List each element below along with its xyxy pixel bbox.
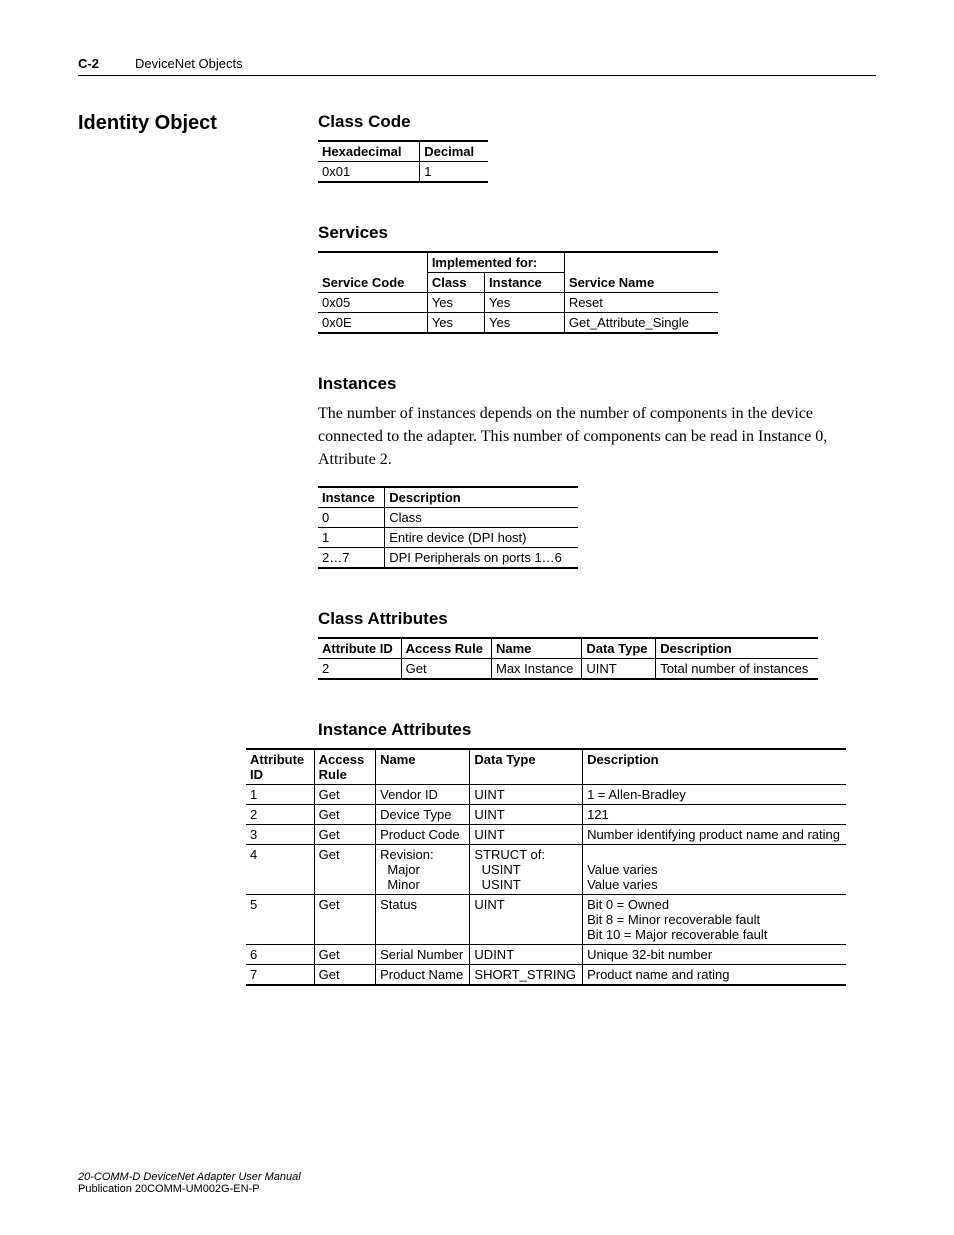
td: STRUCT of: USINT USINT	[470, 844, 583, 894]
td: Yes	[485, 313, 565, 334]
footer-publication: Publication 20COMM-UM002G-EN-P	[78, 1183, 301, 1195]
td: Get	[314, 944, 375, 964]
td: 0	[318, 507, 385, 527]
class-attributes-heading: Class Attributes	[318, 609, 876, 629]
class-code-table: Hexadecimal Decimal 0x01 1	[318, 140, 488, 183]
td: 4	[246, 844, 314, 894]
td: Get	[314, 804, 375, 824]
td: Value varies Value varies	[583, 844, 846, 894]
td: Get	[314, 844, 375, 894]
td: Class	[385, 507, 578, 527]
th: Data Type	[582, 638, 656, 659]
th-description: Description	[385, 487, 578, 508]
instances-paragraph: The number of instances depends on the n…	[318, 402, 876, 472]
class-code-heading: Class Code	[318, 112, 876, 132]
td: 2…7	[318, 547, 385, 568]
page-number: C-2	[78, 56, 99, 71]
instance-attributes-table: Attribute ID Access Rule Name Data Type …	[246, 748, 846, 986]
td: 2	[318, 658, 401, 679]
td: 0x01	[318, 162, 420, 183]
th-instance: Instance	[485, 273, 565, 293]
td: UINT	[470, 804, 583, 824]
td: UINT	[470, 824, 583, 844]
th: Name	[492, 638, 582, 659]
td: 6	[246, 944, 314, 964]
td: Yes	[427, 293, 484, 313]
td: Reset	[564, 293, 718, 313]
td: Get	[314, 964, 375, 985]
td: 121	[583, 804, 846, 824]
td: 0x0E	[318, 313, 427, 334]
chapter-title: DeviceNet Objects	[135, 56, 243, 71]
td: Status	[376, 894, 470, 944]
th: Data Type	[470, 749, 583, 785]
th-service-code: Service Code	[318, 252, 427, 293]
class-attributes-table: Attribute ID Access Rule Name Data Type …	[318, 637, 818, 680]
section-title: Identity Object	[78, 112, 318, 135]
td: Revision: Major Minor	[376, 844, 470, 894]
td: 1	[318, 527, 385, 547]
td: Serial Number	[376, 944, 470, 964]
td: UINT	[470, 894, 583, 944]
instances-heading: Instances	[318, 374, 876, 394]
th-service-name: Service Name	[564, 252, 718, 293]
td: UINT	[582, 658, 656, 679]
th: Attribute ID	[318, 638, 401, 659]
th: Name	[376, 749, 470, 785]
td: SHORT_STRING	[470, 964, 583, 985]
td: 1	[420, 162, 488, 183]
td: Max Instance	[492, 658, 582, 679]
td: Bit 0 = Owned Bit 8 = Minor recoverable …	[583, 894, 846, 944]
td: Get	[314, 824, 375, 844]
td: 0x05	[318, 293, 427, 313]
td: Total number of instances	[656, 658, 818, 679]
page-header: C-2 DeviceNet Objects	[78, 56, 876, 76]
td: Product Name	[376, 964, 470, 985]
th: Access Rule	[314, 749, 375, 785]
th: Attribute ID	[246, 749, 314, 785]
th: Access Rule	[401, 638, 491, 659]
td: UDINT	[470, 944, 583, 964]
td: Device Type	[376, 804, 470, 824]
services-heading: Services	[318, 223, 876, 243]
td: 3	[246, 824, 314, 844]
td: 1 = Allen-Bradley	[583, 784, 846, 804]
td: 1	[246, 784, 314, 804]
th-class: Class	[427, 273, 484, 293]
td: Unique 32-bit number	[583, 944, 846, 964]
services-table: Service Code Implemented for: Service Na…	[318, 251, 718, 334]
footer-manual-title: 20-COMM-D DeviceNet Adapter User Manual	[78, 1171, 301, 1183]
td: 5	[246, 894, 314, 944]
th-implemented-for: Implemented for:	[427, 252, 564, 273]
td: UINT	[470, 784, 583, 804]
td: 7	[246, 964, 314, 985]
td: Number identifying product name and rati…	[583, 824, 846, 844]
td: Yes	[427, 313, 484, 334]
page-footer: 20-COMM-D DeviceNet Adapter User Manual …	[78, 1171, 301, 1195]
th-hex: Hexadecimal	[318, 141, 420, 162]
th: Description	[656, 638, 818, 659]
th: Description	[583, 749, 846, 785]
td: Entire device (DPI host)	[385, 527, 578, 547]
td: Get	[401, 658, 491, 679]
th-instance: Instance	[318, 487, 385, 508]
instances-table: Instance Description 0 Class 1 Entire de…	[318, 486, 578, 569]
td: 2	[246, 804, 314, 824]
td: Get_Attribute_Single	[564, 313, 718, 334]
td: Vendor ID	[376, 784, 470, 804]
instance-attributes-heading: Instance Attributes	[318, 720, 876, 740]
td: Product Code	[376, 824, 470, 844]
td: Get	[314, 784, 375, 804]
th-dec: Decimal	[420, 141, 488, 162]
td: Yes	[485, 293, 565, 313]
td: Product name and rating	[583, 964, 846, 985]
td: Get	[314, 894, 375, 944]
td: DPI Peripherals on ports 1…6	[385, 547, 578, 568]
